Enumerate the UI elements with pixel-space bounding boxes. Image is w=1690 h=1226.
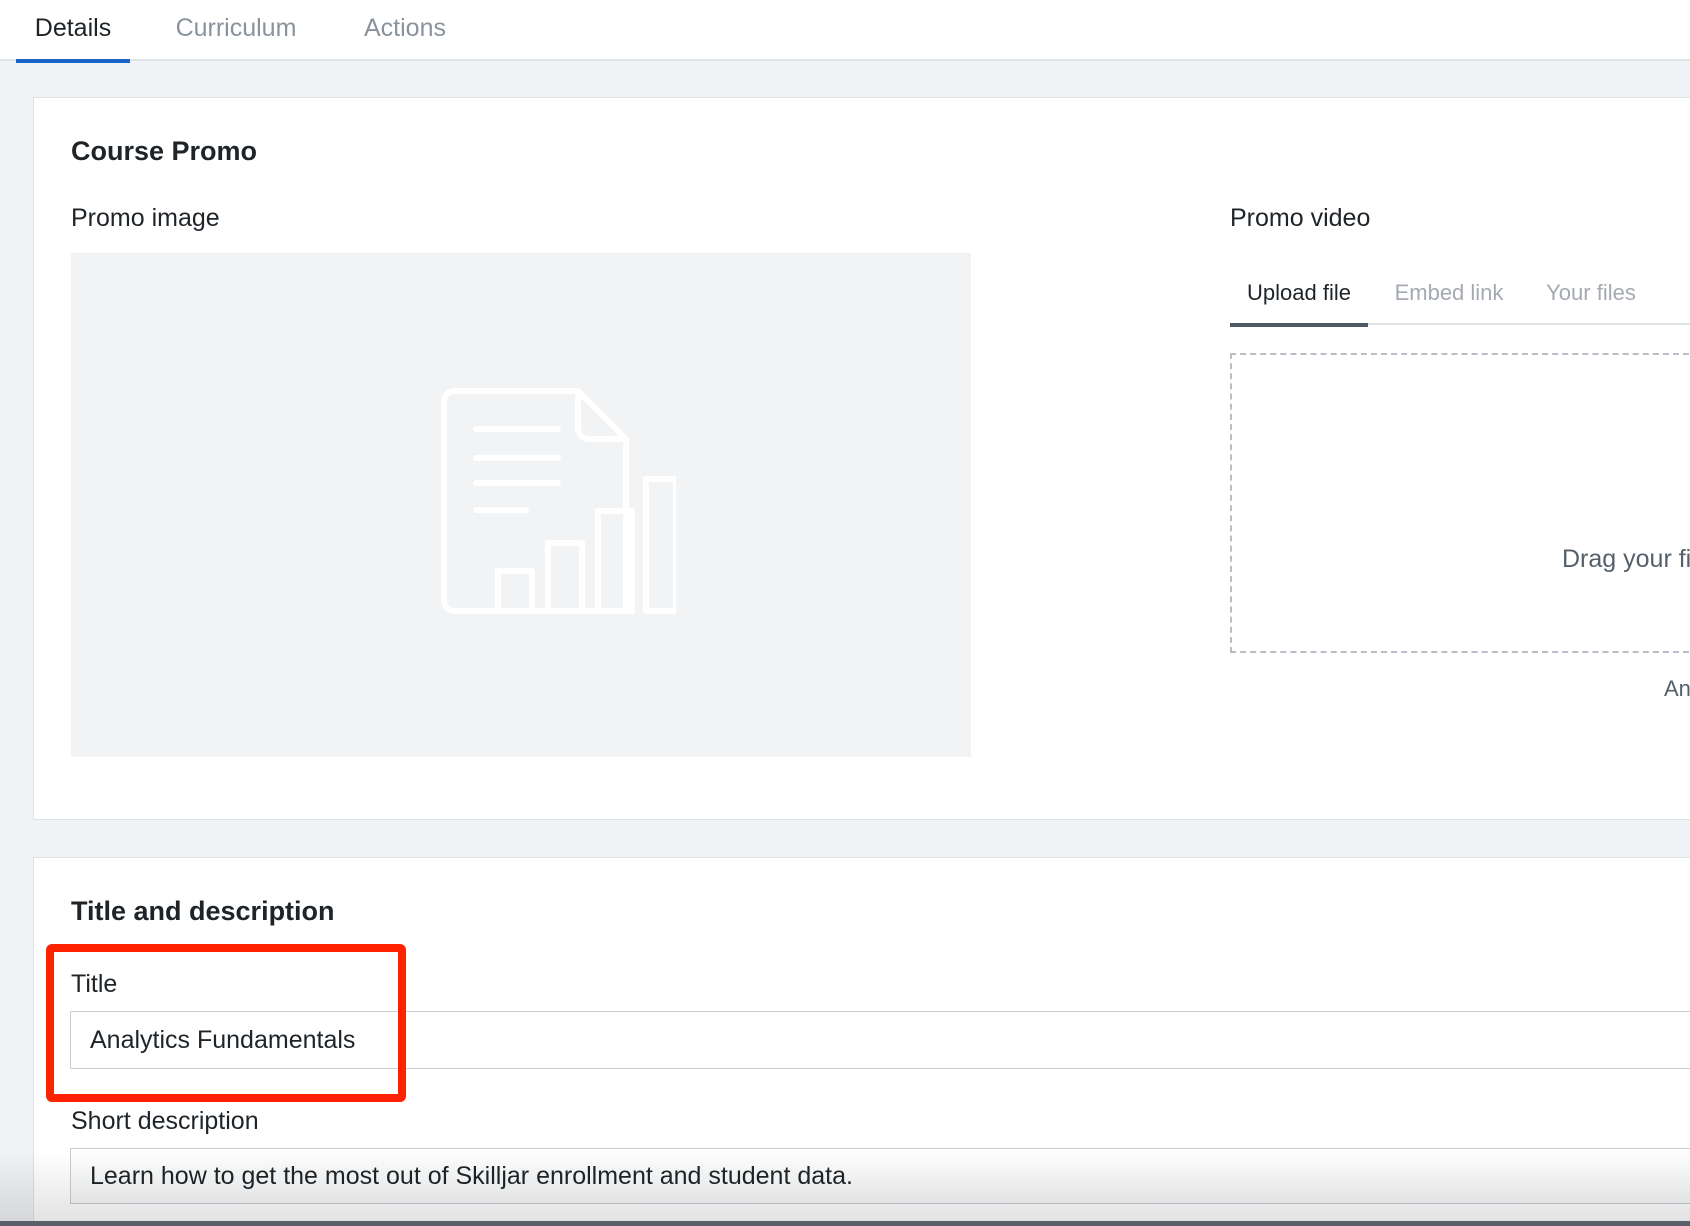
promo-video-label: Promo video — [1230, 204, 1371, 232]
promo-video-tabs: Upload file Embed link Your files — [1230, 269, 1690, 327]
document-chart-icon — [441, 388, 676, 614]
top-tab-bar: Details Curriculum Actions — [0, 0, 1690, 63]
tab-your-files[interactable]: Your files — [1531, 269, 1651, 325]
short-description-label: Short description — [71, 1107, 259, 1135]
course-promo-heading: Course Promo — [71, 136, 258, 166]
tab-embed-link[interactable]: Embed link — [1387, 269, 1511, 325]
tab-upload-file[interactable]: Upload file — [1230, 269, 1368, 327]
title-input[interactable] — [70, 1011, 1690, 1069]
tab-curriculum[interactable]: Curriculum — [166, 0, 306, 61]
tab-actions[interactable]: Actions — [355, 0, 455, 61]
course-promo-card: Course Promo Promo image Promo video Upl… — [33, 97, 1690, 820]
tab-details[interactable]: Details — [16, 0, 130, 63]
short-description-input[interactable] — [70, 1148, 1690, 1204]
page: Details Curriculum Actions Course Promo … — [0, 0, 1690, 1226]
title-label: Title — [71, 970, 118, 998]
title-description-card: Title and description Title Short descri… — [33, 857, 1690, 1226]
dropzone-helper-text: An — [1664, 676, 1690, 701]
promo-image-dropzone[interactable] — [71, 253, 971, 757]
promo-image-label: Promo image — [71, 204, 220, 232]
title-description-heading: Title and description — [71, 896, 335, 926]
dropzone-text: Drag your fi — [1562, 545, 1690, 573]
video-dropzone[interactable]: Drag your fi — [1230, 353, 1690, 653]
